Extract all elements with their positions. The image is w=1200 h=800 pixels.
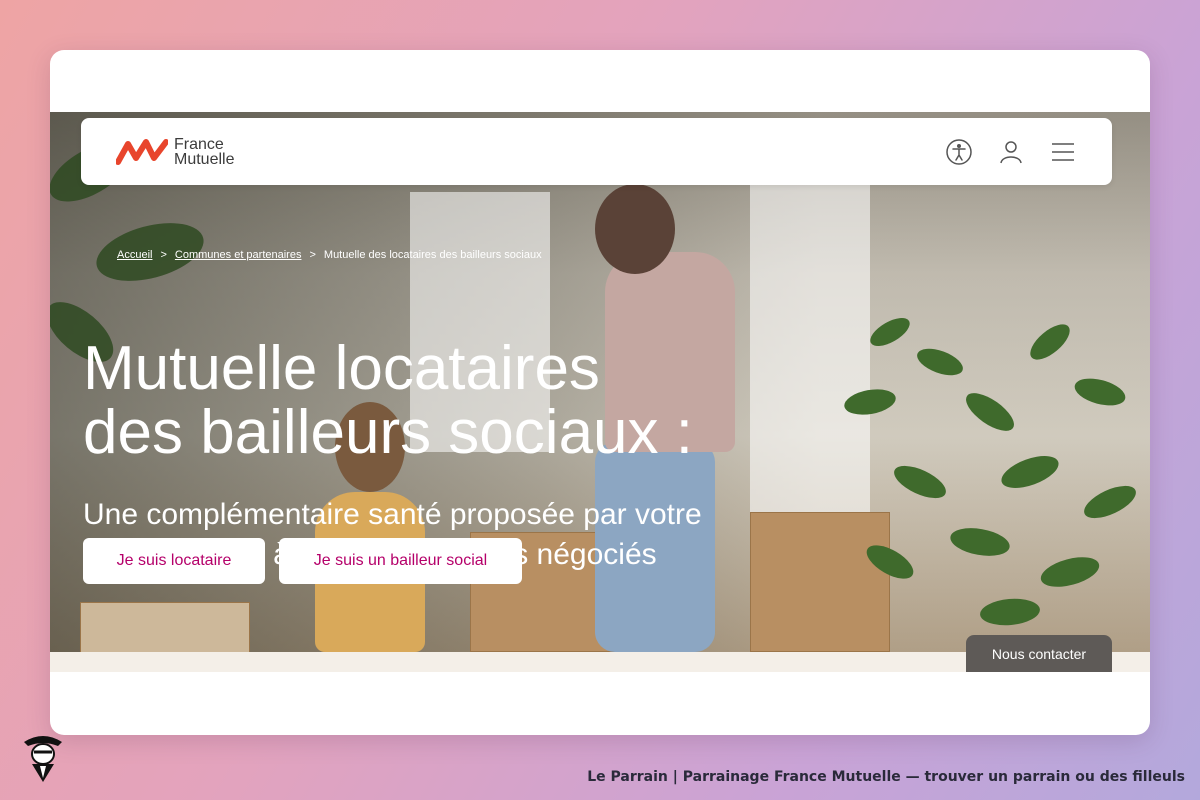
breadcrumb-link-accueil[interactable]: Accueil — [117, 249, 152, 261]
breadcrumb-current: Mutuelle des locataires des bailleurs so… — [323, 249, 542, 261]
accessibility-icon[interactable] — [945, 138, 973, 166]
header-actions — [945, 138, 1077, 166]
user-icon[interactable] — [997, 138, 1025, 166]
page-title: Mutuelle locataires des bailleurs sociau… — [83, 337, 803, 465]
browser-card: Accueil > Communes et partenaires > Mutu… — [50, 50, 1150, 735]
site-header: France Mutuelle — [81, 118, 1112, 185]
title-line: des bailleurs sociaux : — [83, 398, 693, 467]
landlord-button[interactable]: Je suis un bailleur social — [279, 538, 522, 584]
subtitle-line: Une complémentaire santé proposée par vo… — [83, 498, 702, 531]
menu-icon[interactable] — [1049, 138, 1077, 166]
page-caption: Le Parrain | Parrainage France Mutuelle … — [587, 769, 1185, 785]
logo-line: Mutuelle — [174, 150, 235, 168]
breadcrumb-separator: > — [160, 249, 167, 261]
contact-button[interactable]: Nous contacter — [966, 635, 1112, 672]
plant-decor — [844, 318, 1136, 626]
woman-figure — [595, 184, 675, 274]
cardboard-box — [80, 602, 250, 652]
logo-line: France — [174, 135, 224, 153]
tenant-button[interactable]: Je suis locataire — [83, 538, 265, 584]
france-mutuelle-logo[interactable]: France Mutuelle — [116, 135, 235, 168]
breadcrumb-separator: > — [309, 249, 316, 261]
logo-text: France Mutuelle — [174, 135, 235, 168]
breadcrumb-link-communes[interactable]: Communes et partenaires — [175, 249, 302, 261]
breadcrumb: Accueil > Communes et partenaires > Mutu… — [117, 249, 542, 261]
mascot-logo — [24, 736, 62, 782]
brand-mark-icon — [116, 138, 168, 165]
title-line: Mutuelle locataires — [83, 334, 600, 403]
